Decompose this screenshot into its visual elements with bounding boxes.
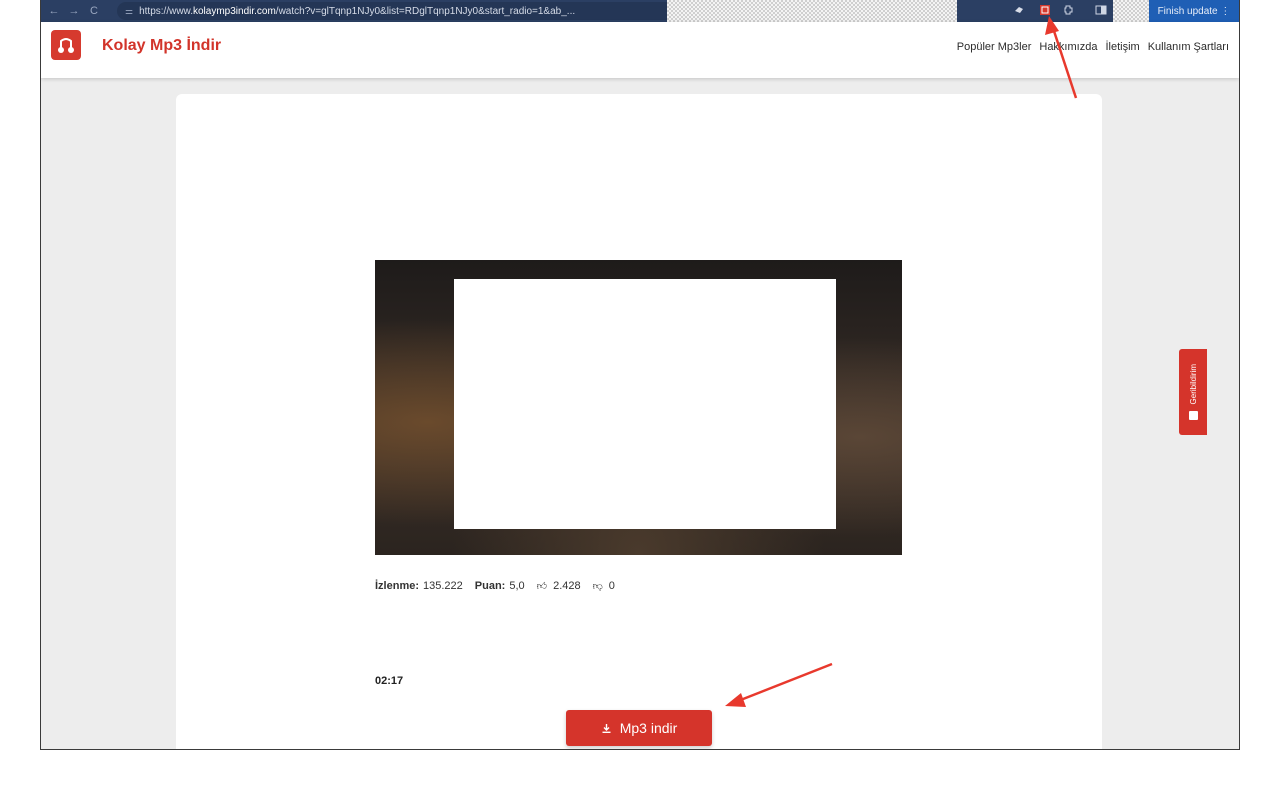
nav-link-terms[interactable]: Kullanım Şartları <box>1148 41 1229 53</box>
extension-icon[interactable] <box>1039 4 1051 16</box>
views-value: 135.222 <box>423 580 463 592</box>
url-text: https://www.kolaymp3indir.com/watch?v=gl… <box>139 6 649 17</box>
redacted-area <box>667 0 957 22</box>
finish-update-label: Finish update <box>1157 5 1218 17</box>
download-icon <box>602 723 611 733</box>
likes-count: 2.428 <box>553 580 581 592</box>
video-redaction <box>454 279 836 529</box>
views-label: İzlenme: <box>375 580 420 592</box>
main-nav: Popüler Mp3ler Hakkımızda İletişim Kulla… <box>957 41 1229 53</box>
nav-link-contact[interactable]: İletişim <box>1105 41 1139 53</box>
dislikes-count: 0 <box>608 580 615 592</box>
rating-value: 5,0 <box>509 580 525 592</box>
mp3-download-button[interactable]: Mp3 indir <box>566 710 712 746</box>
nav-link-popular[interactable]: Popüler Mp3ler <box>957 41 1032 53</box>
brand-name[interactable]: Kolay Mp3 İndir <box>102 37 221 55</box>
url-domain: kolaymp3indir.com <box>192 5 276 17</box>
url-prefix: https://www. <box>139 5 193 17</box>
reload-icon[interactable]: C <box>87 4 101 18</box>
video-duration: 02:17 <box>375 675 404 687</box>
sidepanel-icon[interactable] <box>1095 4 1107 16</box>
address-bar[interactable]: ⚌ https://www.kolaymp3indir.com/watch?v=… <box>117 2 695 20</box>
url-path: /watch?v=glTqnp1NJy0&list=RDglTqnp1NJy0&… <box>275 5 576 17</box>
feedback-tab[interactable]: Geribildirim <box>1179 349 1207 435</box>
tune-icon[interactable]: ⚌ <box>125 6 133 17</box>
mp3-download-label: Mp3 indir <box>619 720 678 736</box>
logo-icon[interactable] <box>51 30 81 60</box>
feedback-label: Geribildirim <box>1188 364 1198 405</box>
content-card: İzlenme: 135.222 Puan: 5,0 👍︎ 2.428 👎︎ 0… <box>176 94 1102 749</box>
finish-update-button[interactable]: Finish update ⋮ <box>1149 0 1239 22</box>
site-header: Kolay Mp3 İndir Popüler Mp3ler Hakkımızd… <box>41 22 1239 78</box>
feedback-icon <box>1188 410 1198 420</box>
like-icon: 👍︎ <box>536 581 548 592</box>
extension-icon[interactable] <box>1063 4 1075 16</box>
browser-window: ← → C ⚌ https://www.kolaymp3indir.com/wa… <box>40 0 1240 750</box>
extension-icon[interactable] <box>1013 4 1025 16</box>
nav-link-about[interactable]: Hakkımızda <box>1039 41 1097 53</box>
rating-label: Puan: <box>474 580 506 592</box>
redacted-area <box>1113 0 1151 22</box>
browser-toolbar: ← → C ⚌ https://www.kolaymp3indir.com/wa… <box>41 0 1239 22</box>
forward-icon[interactable]: → <box>67 4 81 18</box>
video-player[interactable] <box>375 260 902 555</box>
video-stats: İzlenme: 135.222 Puan: 5,0 👍︎ 2.428 👎︎ 0 <box>375 580 623 592</box>
back-icon[interactable]: ← <box>47 4 61 18</box>
dislike-icon: 👎︎ <box>592 581 603 592</box>
